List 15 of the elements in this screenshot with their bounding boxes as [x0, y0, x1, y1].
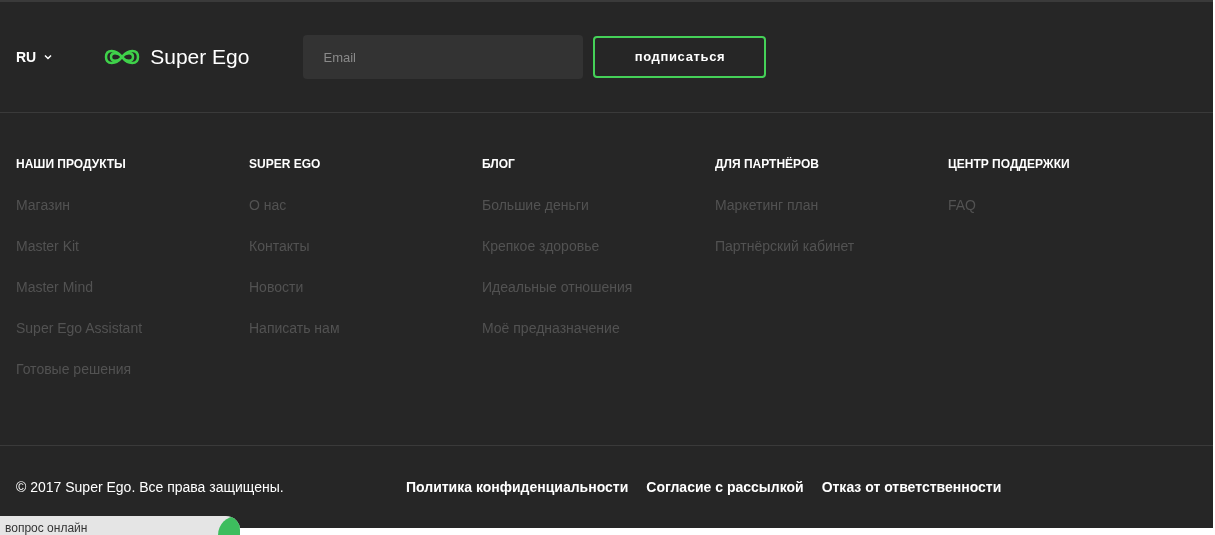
chat-widget[interactable]: вопрос онлайн: [0, 516, 240, 535]
chevron-down-icon: [44, 54, 53, 60]
subscribe-button[interactable]: подписаться: [593, 36, 767, 78]
logo-text: Super Ego: [150, 44, 250, 71]
language-selector[interactable]: RU: [16, 47, 53, 67]
policy-link[interactable]: Согласие с рассылкой: [646, 476, 804, 498]
column-heading: БЛОГ: [482, 156, 516, 173]
email-field[interactable]: Email: [303, 35, 584, 79]
column-heading: НАШИ ПРОДУКТЫ: [16, 156, 127, 173]
policy-link[interactable]: Отказ от ответственности: [821, 476, 1002, 498]
copyright-text: © 2017 Super Ego. Все права защищены.: [16, 477, 285, 497]
policy-link[interactable]: Политика конфиденциальности: [406, 476, 629, 498]
column-heading: ЦЕНТР ПОДДЕРЖКИ: [948, 156, 1071, 173]
column-heading: ДЛЯ ПАРТНЁРОВ: [715, 156, 820, 173]
column-heading: SUPER EGO: [249, 156, 322, 173]
